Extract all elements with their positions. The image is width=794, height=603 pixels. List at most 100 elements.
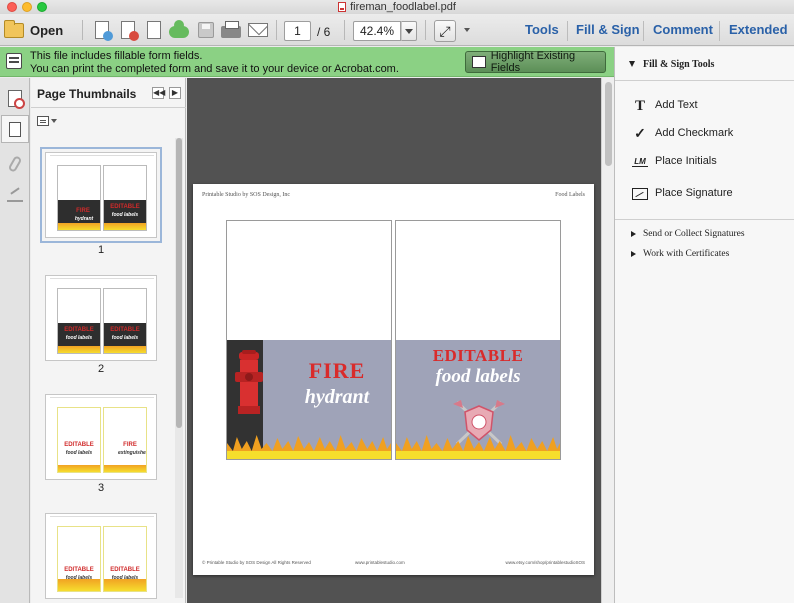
create-pdf-icon — [95, 21, 113, 41]
section-label: Work with Certificates — [643, 249, 730, 259]
options-icon — [37, 116, 49, 126]
rail-attachments-button[interactable] — [3, 152, 27, 176]
toolbar-more-button[interactable] — [464, 28, 470, 32]
toolbar-separator — [425, 20, 426, 40]
save-icon — [198, 22, 214, 38]
card-subtitle: hydrant — [304, 386, 370, 408]
page-thumbnail-4[interactable]: EDITABLE food labels EDITABLE food label… — [45, 513, 157, 599]
card-title: EDITABLE — [432, 346, 524, 365]
cloud-upload-icon — [169, 20, 189, 38]
toolbar-separator — [82, 20, 83, 40]
page-footer-right: www.etsy.com/shop/printablestudioSOS — [505, 560, 585, 565]
add-text-tool[interactable]: T Add Text — [631, 97, 791, 115]
thumbnail-flames — [58, 346, 100, 353]
thumbnails-scrollbar[interactable] — [175, 138, 183, 598]
navigation-rail — [0, 78, 30, 603]
highlight-fields-label: Highlight Existing Fields — [490, 50, 576, 74]
page-thumbnails-panel: Page Thumbnails ◀◀ ▶ FIRE hydrant EDITAB… — [31, 78, 186, 603]
tab-extended[interactable]: Extended — [729, 22, 788, 37]
toolbar-separator — [276, 20, 277, 40]
page-number-input[interactable]: 1 — [284, 21, 311, 41]
zoom-input[interactable]: 42.4% — [353, 21, 401, 41]
fit-page-button[interactable]: ⤢ — [434, 20, 456, 42]
paperclip-icon — [7, 155, 23, 173]
tab-comment[interactable]: Comment — [653, 22, 713, 37]
disclosure-expanded-icon — [629, 61, 635, 67]
thumbnail-header-line — [50, 516, 154, 518]
section-label: Send or Collect Signatures — [643, 229, 745, 239]
thumbnail-card: FIRE extinguisher — [103, 407, 147, 473]
thumbnail-title: EDITABLE — [64, 567, 94, 573]
window-title: fireman_foodlabel.pdf — [338, 0, 456, 14]
page-thumbnail-number: 1 — [97, 244, 105, 256]
thumbnail-flames — [58, 465, 100, 472]
folder-icon — [4, 19, 24, 38]
thumbnail-flames — [104, 465, 146, 472]
zoom-dropdown-button[interactable] — [401, 21, 417, 41]
thumbnail-card: EDITABLE food labels — [103, 526, 147, 592]
email-button[interactable] — [248, 20, 268, 40]
thumbnails-scroll-thumb[interactable] — [176, 138, 182, 428]
expand-panel-button[interactable]: ▶ — [169, 87, 181, 99]
thumbnail-subtitle: food labels — [111, 335, 139, 341]
card-color-band: FIRE hydrant — [227, 340, 391, 459]
thumbnail-card: EDITABLE food labels — [57, 288, 101, 354]
card-color-band: EDITABLE food labels — [396, 340, 560, 459]
send-collect-signatures-section[interactable]: Send or Collect Signatures — [615, 227, 794, 243]
food-label-card-fire-hydrant[interactable]: FIRE hydrant — [226, 220, 392, 460]
signature-icon — [631, 186, 649, 202]
edit-pdf-icon — [147, 21, 161, 39]
tab-separator — [643, 21, 644, 41]
form-message-line-2: You can print the completed form and sav… — [30, 63, 399, 75]
tab-fill-sign[interactable]: Fill & Sign — [576, 22, 640, 37]
window-titlebar: fireman_foodlabel.pdf — [0, 0, 794, 14]
open-button[interactable]: Open — [4, 18, 63, 42]
page-thumbnail-1[interactable]: FIRE hydrant EDITABLE food labels — [40, 147, 162, 243]
expand-arrows-icon: ⤢ — [439, 23, 451, 39]
export-pdf-button[interactable] — [118, 20, 139, 41]
thumbnail-title: FIRE — [76, 208, 90, 214]
highlight-fields-icon — [472, 56, 486, 68]
thumbnail-title: EDITABLE — [110, 204, 140, 210]
window-close-button[interactable] — [7, 2, 17, 12]
rail-thumbnails-button[interactable] — [3, 86, 27, 110]
thumbnail-card: EDITABLE food labels — [103, 288, 147, 354]
tab-tools[interactable]: Tools — [525, 22, 559, 37]
pdf-file-icon — [338, 2, 347, 12]
thumbnail-subtitle: food labels — [65, 450, 93, 456]
page-thumbnail-number: 3 — [97, 482, 105, 494]
thumbnail-options-button[interactable] — [37, 116, 57, 126]
fill-sign-tools-header[interactable]: Fill & Sign Tools — [615, 47, 794, 81]
window-zoom-button[interactable] — [37, 2, 47, 12]
edit-pdf-button[interactable] — [144, 20, 164, 40]
pages-icon — [9, 121, 21, 137]
document-viewport[interactable]: Printable Studio by SOS Design, Inc Food… — [187, 78, 601, 603]
window-minimize-button[interactable] — [22, 2, 32, 12]
collapse-panel-button[interactable]: ◀◀ — [152, 87, 165, 99]
work-with-certificates-section[interactable]: Work with Certificates — [615, 247, 794, 263]
upload-cloud-button[interactable] — [169, 20, 189, 40]
card-subtitle: food labels — [435, 366, 521, 387]
thumbnail-title: EDITABLE — [64, 327, 94, 333]
window-title-text: fireman_foodlabel.pdf — [350, 1, 456, 13]
rail-signatures-button[interactable] — [3, 186, 27, 210]
page-thumbnail-3[interactable]: EDITABLE food labels FIRE extinguisher — [45, 394, 157, 480]
thumbnail-card: EDITABLE food labels — [103, 165, 147, 231]
save-button[interactable] — [196, 20, 216, 40]
thumbnail-subtitle: food labels — [111, 212, 139, 218]
rail-pages-button[interactable] — [1, 115, 29, 143]
place-signature-tool[interactable]: Place Signature — [631, 185, 791, 203]
signature-icon — [7, 194, 23, 202]
toolbar-separator — [344, 20, 345, 40]
print-button[interactable] — [221, 20, 241, 40]
place-initials-tool[interactable]: LM Place Initials — [631, 153, 791, 171]
food-label-card-editable[interactable]: EDITABLE food labels — [395, 220, 561, 460]
document-scrollbar[interactable] — [601, 78, 614, 603]
page-thumbnail-2[interactable]: EDITABLE food labels EDITABLE food label… — [45, 275, 157, 361]
create-pdf-button[interactable] — [92, 20, 113, 41]
print-icon — [221, 21, 241, 38]
highlight-existing-fields-button[interactable]: Highlight Existing Fields — [465, 50, 606, 74]
add-checkmark-tool[interactable]: ✓ Add Checkmark — [631, 125, 791, 143]
thumbnail-flames — [58, 223, 100, 230]
document-scroll-thumb[interactable] — [605, 82, 612, 166]
